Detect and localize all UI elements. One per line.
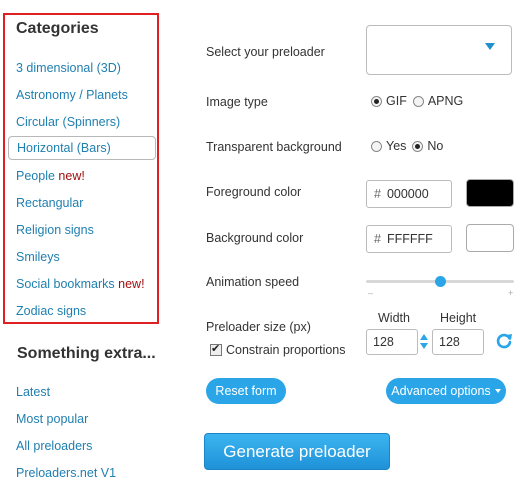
reset-form-label: Reset form <box>215 384 277 398</box>
transparent-yes-radio[interactable] <box>371 140 382 152</box>
arrow-down-icon <box>420 343 428 349</box>
transparent-bg-label: Transparent background <box>206 140 342 154</box>
category-link-3d[interactable]: 3 dimensional (3D) <box>16 61 121 75</box>
preloader-select[interactable] <box>366 25 512 75</box>
foreground-color-label: Foreground color <box>206 185 302 199</box>
hash-prefix: # <box>374 232 381 246</box>
category-link-social[interactable]: Social bookmarks new! <box>16 277 145 291</box>
slider-minus-label: – <box>368 288 374 298</box>
generate-preloader-label: Generate preloader <box>223 441 371 461</box>
category-link-rectangular[interactable]: Rectangular <box>16 196 83 210</box>
foreground-color-input[interactable]: # 000000 <box>366 180 452 208</box>
extra-link-most-popular[interactable]: Most popular <box>16 412 88 426</box>
transparent-no-radio[interactable] <box>412 140 424 152</box>
constrain-proportions-row[interactable]: ✔ Constrain proportions <box>210 343 346 357</box>
image-type-gif-radio[interactable] <box>371 95 382 107</box>
new-badge: new! <box>58 169 85 183</box>
link-arrows-icon[interactable] <box>420 332 428 352</box>
category-label: Rectangular <box>16 196 84 210</box>
categories-title: Categories <box>16 20 99 37</box>
category-label: Zodiac signs <box>16 304 87 318</box>
category-link-zodiac[interactable]: Zodiac signs <box>16 304 86 318</box>
advanced-options-label: Advanced options <box>391 384 491 398</box>
category-label: People <box>16 169 55 183</box>
image-type-radio-group: GIF APNG <box>371 94 469 108</box>
image-type-apng-label: APNG <box>427 94 464 108</box>
transparent-radio-group: Yes No <box>371 139 449 153</box>
advanced-options-button[interactable]: Advanced options <box>386 378 506 404</box>
category-link-people[interactable]: People new! <box>16 169 85 183</box>
category-label: Religion signs <box>16 223 94 237</box>
category-link-circular[interactable]: Circular (Spinners) <box>16 115 120 129</box>
caret-down-icon <box>494 389 501 393</box>
new-badge: new! <box>118 277 145 291</box>
chevron-down-icon <box>485 43 495 50</box>
foreground-color-value: 000000 <box>386 187 429 201</box>
category-link-religion[interactable]: Religion signs <box>16 223 94 237</box>
background-color-label: Background color <box>206 231 304 245</box>
height-input[interactable]: 128 <box>432 329 484 355</box>
hash-prefix: # <box>374 187 381 201</box>
reset-form-button[interactable]: Reset form <box>206 378 286 404</box>
category-label: 3 dimensional (3D) <box>16 61 121 75</box>
checkmark-icon: ✔ <box>211 343 221 355</box>
generate-preloader-button[interactable]: Generate preloader <box>204 433 390 470</box>
category-link-smileys[interactable]: Smileys <box>16 250 60 264</box>
category-label: Smileys <box>16 250 60 264</box>
image-type-apng-radio[interactable] <box>412 95 424 107</box>
category-link-astronomy[interactable]: Astronomy / Planets <box>16 88 128 102</box>
background-color-input[interactable]: # FFFFFF <box>366 225 452 253</box>
background-color-swatch[interactable] <box>466 224 514 252</box>
transparent-no-label: No <box>427 139 444 153</box>
category-label: Circular (Spinners) <box>16 115 121 129</box>
foreground-color-swatch[interactable] <box>466 179 514 207</box>
category-link-horizontal-selected[interactable]: Horizontal (Bars) <box>8 136 156 160</box>
preloader-select-label: Select your preloader <box>206 45 325 59</box>
transparent-yes-label: Yes <box>386 139 407 153</box>
category-label: Social bookmarks <box>16 277 115 291</box>
constrain-proportions-checkbox[interactable]: ✔ <box>210 343 222 356</box>
extra-section-title: Something extra... <box>17 345 156 362</box>
refresh-icon[interactable] <box>494 331 514 351</box>
animation-speed-handle[interactable] <box>434 276 446 287</box>
arrow-up-icon <box>420 334 428 340</box>
extra-link-v1[interactable]: Preloaders.net V1 <box>16 466 116 480</box>
height-label: Height <box>440 311 477 325</box>
width-label: Width <box>378 311 410 325</box>
category-label: Horizontal (Bars) <box>17 141 111 155</box>
image-type-gif-label: GIF <box>386 94 407 108</box>
slider-plus-label: + <box>508 288 514 298</box>
extra-link-latest[interactable]: Latest <box>16 385 50 399</box>
background-color-value: FFFFFF <box>386 232 433 246</box>
constrain-proportions-label: Constrain proportions <box>226 343 346 357</box>
extra-link-all-preloaders[interactable]: All preloaders <box>16 439 92 453</box>
width-input[interactable]: 128 <box>366 329 418 355</box>
preloader-size-label: Preloader size (px) <box>206 320 311 334</box>
category-label: Astronomy / Planets <box>16 88 128 102</box>
animation-speed-label: Animation speed <box>206 275 300 289</box>
image-type-label: Image type <box>206 95 268 109</box>
